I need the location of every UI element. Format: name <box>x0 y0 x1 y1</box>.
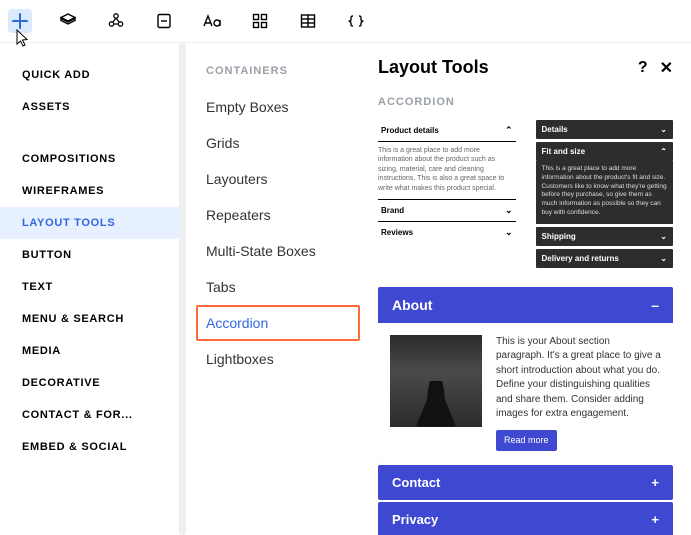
sidebar-item-decorative[interactable]: DECORATIVE <box>0 367 179 399</box>
acc-row-label: Fit and size <box>542 147 586 156</box>
acc-row: Brand ⌄ <box>378 200 516 222</box>
sub-item-repeaters[interactable]: Repeaters <box>196 197 360 233</box>
about-paragraph-text: This is your About section paragraph. It… <box>496 336 661 420</box>
sidebar-item-assets[interactable]: ASSETS <box>0 91 179 123</box>
about-header: About – <box>378 287 673 323</box>
layers-icon[interactable] <box>56 9 80 33</box>
code-icon[interactable] <box>344 9 368 33</box>
sidebar-item-text[interactable]: TEXT <box>0 271 179 303</box>
details-panel: Layout Tools ? ✕ ACCORDION Product detai… <box>360 43 691 535</box>
sidebar-item-media[interactable]: MEDIA <box>0 335 179 367</box>
molecule-icon[interactable] <box>104 9 128 33</box>
sub-item-multistate[interactable]: Multi-State Boxes <box>196 233 360 269</box>
chevron-down-icon: ⌄ <box>505 227 513 238</box>
collapse-icon: – <box>651 297 659 313</box>
sidebar-item-wireframes[interactable]: WIREFRAMES <box>0 175 179 207</box>
typography-icon[interactable] <box>200 9 224 33</box>
sidebar-item-embed-social[interactable]: EMBED & SOCIAL <box>0 431 179 463</box>
acc-row-label: Details <box>542 125 568 134</box>
acc-row: Delivery and returns ⌄ <box>536 249 674 268</box>
primary-sidebar: QUICK ADD ASSETS COMPOSITIONS WIREFRAMES… <box>0 43 180 535</box>
acc-row-label: Brand <box>381 206 404 215</box>
acc-row: Details ⌄ <box>536 120 674 139</box>
sidebar-item-quick-add[interactable]: QUICK ADD <box>0 59 179 91</box>
panel-title: Layout Tools <box>378 57 489 78</box>
plus-icon: + <box>651 475 659 490</box>
acc-row-label: Product details <box>381 126 439 135</box>
chevron-down-icon: ⌄ <box>660 125 667 134</box>
close-icon[interactable]: ✕ <box>660 58 673 78</box>
about-paragraph: This is your About section paragraph. It… <box>496 335 661 451</box>
sub-item-lightboxes[interactable]: Lightboxes <box>196 341 360 377</box>
chevron-down-icon: ⌄ <box>505 205 513 216</box>
secondary-sidebar: CONTAINERS Empty Boxes Grids Layouters R… <box>180 43 360 535</box>
about-title: About <box>392 297 432 313</box>
acc-row-label: Delivery and returns <box>542 254 619 263</box>
acc-row: Reviews ⌄ <box>378 222 516 243</box>
sub-item-empty-boxes[interactable]: Empty Boxes <box>196 89 360 125</box>
acc-row-label: Reviews <box>381 228 413 237</box>
help-icon[interactable]: ? <box>638 59 648 77</box>
chevron-up-icon: ⌃ <box>660 147 667 156</box>
chevron-up-icon: ⌃ <box>505 125 513 136</box>
sidebar-item-contact-form[interactable]: CONTACT & FOR... <box>0 399 179 431</box>
chevron-down-icon: ⌄ <box>660 232 667 241</box>
plus-icon: + <box>651 512 659 527</box>
acc-row-label: Shipping <box>542 232 576 241</box>
sub-item-accordion[interactable]: Accordion <box>196 305 360 341</box>
sub-item-grids[interactable]: Grids <box>196 125 360 161</box>
sub-item-layouters[interactable]: Layouters <box>196 161 360 197</box>
row-label: Contact <box>392 475 440 490</box>
page-icon[interactable] <box>152 9 176 33</box>
acc-row: Shipping ⌄ <box>536 227 674 246</box>
containers-heading: CONTAINERS <box>196 57 360 89</box>
accordion-preset-light[interactable]: Product details ⌃ This is a great place … <box>378 120 516 271</box>
acc-row-desc: This is a great place to add more inform… <box>378 142 516 200</box>
grid-icon[interactable] <box>248 9 272 33</box>
acc-row: Product details ⌃ <box>378 120 516 142</box>
sub-item-tabs[interactable]: Tabs <box>196 269 360 305</box>
table-icon[interactable] <box>296 9 320 33</box>
chevron-down-icon: ⌄ <box>660 254 667 263</box>
accordion-preset-dark[interactable]: Details ⌄ Fit and size ⌃ This is a great… <box>536 120 674 271</box>
acc-row-desc: This is a great place to add more inform… <box>536 161 674 224</box>
sidebar-item-layout-tools[interactable]: LAYOUT TOOLS <box>0 207 179 239</box>
add-icon[interactable] <box>8 9 32 33</box>
section-label-accordion: ACCORDION <box>378 96 673 108</box>
sidebar-item-menu-search[interactable]: MENU & SEARCH <box>0 303 179 335</box>
top-toolbar <box>0 0 691 42</box>
acc-row: Fit and size ⌃ <box>536 142 674 161</box>
sidebar-item-compositions[interactable]: COMPOSITIONS <box>0 143 179 175</box>
accordion-row-privacy[interactable]: Privacy + <box>378 502 673 535</box>
accordion-preset-about[interactable]: About – This is your About section parag… <box>378 287 673 463</box>
read-more-button[interactable]: Read more <box>496 430 557 451</box>
accordion-row-contact[interactable]: Contact + <box>378 465 673 500</box>
sidebar-item-button[interactable]: BUTTON <box>0 239 179 271</box>
about-image <box>390 335 482 427</box>
row-label: Privacy <box>392 512 438 527</box>
